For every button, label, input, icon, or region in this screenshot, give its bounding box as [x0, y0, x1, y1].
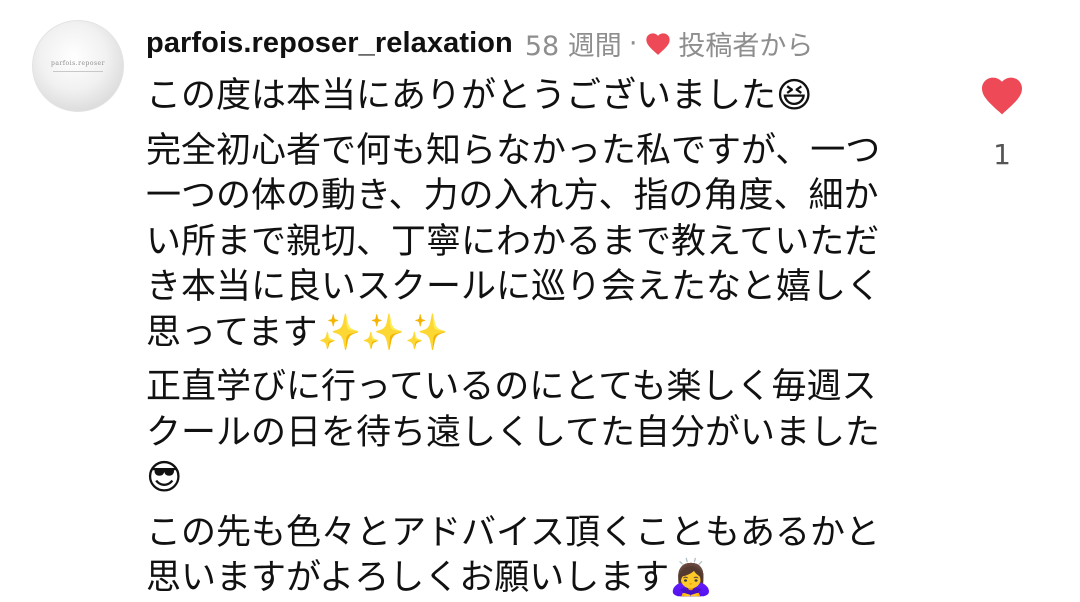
avatar-logo-text: parfois.reposer — [51, 60, 105, 67]
comment-line: 完全初心者で何も知らなかった私ですが、一つ — [146, 130, 881, 171]
comment-line: き本当に良いスクールに巡り会えたなと嬉しく — [146, 267, 882, 307]
separator-dot: · — [628, 27, 638, 59]
comment-line: 思いますがよろしくお願いします🙇‍♀️ — [146, 558, 713, 598]
heart-icon — [644, 30, 672, 56]
like-count[interactable]: 1 — [978, 138, 1026, 171]
comment-paragraph: この先も色々とアドバイス頂くこともあるかと 思いますがよろしくお願いします🙇‍♀… — [146, 511, 916, 602]
avatar[interactable]: parfois.reposer — [32, 20, 124, 112]
comment-text: この度は本当にありがとうございました😆 完全初心者で何も知らなかった私ですが、一… — [146, 74, 916, 602]
comment-line: い所まで親切、丁寧にわかるまで教えていただ — [146, 221, 880, 262]
comment-line: この度は本当にありがとうございました😆 — [146, 76, 813, 116]
liked-by-author-label: 投稿者から — [678, 30, 814, 62]
heart-icon — [978, 77, 1026, 120]
comment-line: クールの日を待ち遠しくしてた自分がいました — [146, 412, 880, 453]
like-button[interactable] — [978, 72, 1026, 116]
comment-line: 一つの体の動き、力の入れ方、指の角度、細か — [146, 176, 879, 216]
comment-paragraph: 正直学びに行っているのにとても楽しく毎週ス クールの日を待ち遠しくしてた自分がい… — [146, 365, 916, 502]
timestamp[interactable]: 58 週間 — [525, 24, 622, 63]
comment-line: 😎 — [146, 458, 183, 498]
comment-header: parfois.reposer_relaxation 58 週間 · 投稿者から — [146, 24, 813, 62]
comment: parfois.reposer parfois.reposer_relaxati… — [0, 0, 1080, 598]
comment-paragraph: 完全初心者で何も知らなかった私ですが、一つ 一つの体の動き、力の入れ方、指の角度… — [146, 129, 916, 357]
username-link[interactable]: parfois.reposer_relaxation — [146, 27, 513, 60]
comment-line: 思ってます✨✨✨ — [146, 312, 449, 353]
comment-line: この先も色々とアドバイス頂くこともあるかと — [146, 512, 880, 553]
comment-line: 正直学びに行っているのにとても楽しく毎週ス — [146, 367, 877, 407]
avatar-logo-rule — [53, 71, 103, 74]
comment-paragraph: この度は本当にありがとうございました😆 — [146, 74, 916, 120]
